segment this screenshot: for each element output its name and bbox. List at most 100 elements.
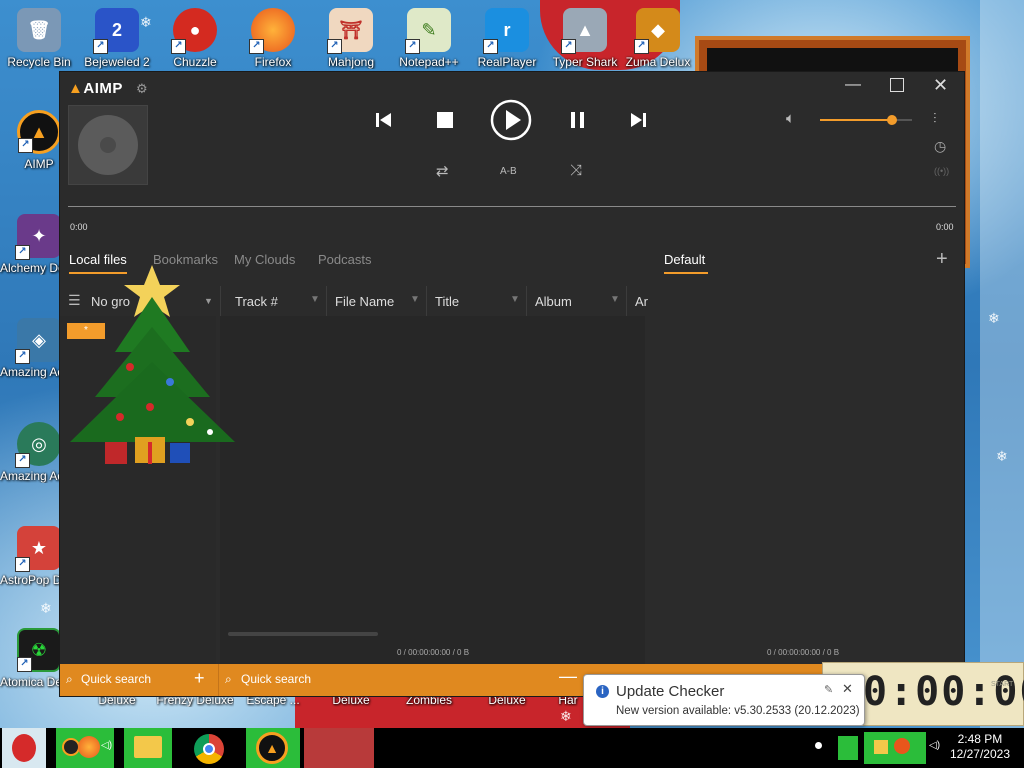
taskbar-chrome[interactable]	[184, 728, 236, 768]
playlist-area[interactable]	[650, 316, 964, 664]
search-icon: ⌕	[225, 672, 232, 686]
column-separator	[426, 286, 427, 316]
filter-icon[interactable]: ▼	[410, 294, 420, 305]
bejeweled-icon: 2 ↗	[93, 8, 139, 54]
remove-icon[interactable]: —	[559, 666, 577, 687]
filter-icon[interactable]: ▼	[610, 294, 620, 305]
file-list[interactable]	[220, 316, 645, 664]
bar-divider	[218, 664, 219, 696]
santa-start-icon	[12, 734, 36, 762]
column-separator	[626, 286, 627, 316]
snowflake-icon: ❄	[560, 708, 572, 724]
folder-icon	[134, 736, 162, 758]
system-tray[interactable]	[864, 732, 926, 764]
wallpaper-decoration	[980, 0, 1024, 728]
shuffle-icon[interactable]: ⤨	[570, 162, 582, 179]
column-separator	[326, 286, 327, 316]
maximize-button[interactable]	[890, 78, 904, 92]
horizontal-scrollbar[interactable]	[228, 632, 378, 636]
next-track-icon[interactable]	[629, 110, 649, 130]
ab-repeat-button[interactable]: A-B	[500, 166, 517, 177]
chrome-icon	[194, 734, 224, 764]
typer-shark-icon: ▲ ↗	[561, 8, 607, 54]
previous-track-icon[interactable]	[374, 110, 394, 130]
desktop-icon-mahjong[interactable]: ⛩ ↗ Mahjong	[312, 8, 390, 69]
clock-widget-start[interactable]: START	[991, 681, 1013, 688]
aimp-icon: ▲	[256, 732, 288, 764]
chuzzle-icon: ● ↗	[171, 8, 217, 54]
aimp-icon: ▲ ↗	[17, 110, 61, 154]
update-checker-notification[interactable]: i Update Checker New version available: …	[583, 674, 865, 726]
volume-icon[interactable]: 🔈︎	[786, 110, 795, 127]
notepad-plus-plus-icon: ✎ ↗	[405, 8, 451, 54]
column-file-name[interactable]: File Name	[335, 294, 394, 309]
clock-date: 12/27/2023	[949, 747, 1010, 761]
amazing-adventures-2-icon: ◎ ↗	[15, 422, 61, 468]
volume-icon[interactable]: ◁)	[929, 740, 940, 751]
settings-gear-icon[interactable]: ⚙	[136, 81, 148, 97]
pause-icon[interactable]	[568, 110, 588, 130]
library-status: 0 / 00:00:00:00 / 0 B	[397, 648, 470, 657]
snowflake-icon: ❄	[988, 310, 1000, 326]
aimp-logo: ▲AIMP	[68, 80, 123, 97]
desktop-icon-firefox[interactable]: ↗ Firefox	[234, 8, 312, 69]
zuma-icon: ◆ ↗	[634, 8, 680, 54]
mahjong-icon: ⛩ ↗	[327, 8, 373, 54]
radio-broadcast-icon[interactable]: ((•))	[934, 166, 949, 176]
volume-slider-fill	[820, 119, 892, 121]
clock-time: 2:48 PM	[957, 732, 1003, 746]
close-icon[interactable]: ✕	[842, 681, 853, 697]
quick-search-library[interactable]: Quick search	[81, 672, 151, 686]
scheduler-clock-icon[interactable]: ◷	[934, 138, 946, 155]
filter-icon[interactable]: ▼	[510, 294, 520, 305]
atomica-icon: ☢ ↗	[17, 628, 61, 672]
astropop-icon: ★ ↗	[15, 526, 61, 572]
minimize-button[interactable]: —	[845, 76, 861, 94]
seek-bar[interactable]	[68, 206, 956, 207]
album-art	[68, 105, 148, 185]
volume-slider-handle[interactable]	[887, 115, 897, 125]
stop-icon[interactable]	[436, 111, 454, 129]
desktop-icon-zuma[interactable]: ◆ ↗ Zuma Delux	[620, 8, 696, 69]
tab-podcasts[interactable]: Podcasts	[318, 252, 371, 267]
taskbar-explorer[interactable]	[124, 728, 172, 768]
desktop-icon-chuzzle[interactable]: ● ↗ Chuzzle	[156, 8, 234, 69]
column-album[interactable]: Album	[535, 294, 572, 309]
column-separator	[526, 286, 527, 316]
desktop-icon-bejeweled[interactable]: 2 ↗ Bejeweled 2	[78, 8, 156, 69]
firefox-icon	[78, 736, 100, 758]
tray-aimp-icon[interactable]	[838, 736, 858, 760]
search-icon: ⌕	[66, 672, 73, 686]
christmas-tree-icon	[70, 265, 235, 464]
playlist-status: 0 / 00:00:00:00 / 0 B	[767, 648, 840, 657]
playlist-tab-default[interactable]: Default	[664, 252, 705, 267]
repeat-icon[interactable]: ⇄	[436, 162, 449, 180]
add-playlist-icon[interactable]: +	[936, 248, 948, 271]
amazing-adventures-1-icon: ◈ ↗	[15, 318, 61, 364]
column-title[interactable]: Title	[435, 294, 459, 309]
notification-dot-icon[interactable]	[815, 742, 822, 749]
elapsed-time: 0:00	[70, 222, 88, 232]
notification-title: Update Checker	[616, 683, 725, 700]
desktop-icon-recycle-bin[interactable]: 🗑 Recycle Bin	[0, 8, 78, 69]
speaker-icon: ◁)	[101, 740, 113, 751]
equalizer-icon[interactable]: ⫶	[933, 110, 937, 127]
taskbar-thumbnail[interactable]	[304, 728, 374, 768]
desktop-icon-notepad-plus-plus[interactable]: ✎ ↗ Notepad++	[390, 8, 468, 69]
tray-firefox-icon	[894, 738, 910, 754]
close-button[interactable]: ✕	[933, 75, 948, 96]
desktop-icon-typer-shark[interactable]: ▲ ↗ Typer Shark	[546, 8, 624, 69]
taskbar-quicklaunch[interactable]: ◁)	[56, 728, 114, 768]
tab-underline	[664, 272, 708, 274]
quick-search-playlist[interactable]: Quick search	[241, 672, 311, 686]
play-button[interactable]	[490, 99, 532, 141]
taskbar-clock[interactable]: 2:48 PM 12/27/2023	[950, 732, 1010, 762]
desktop-icon-realplayer[interactable]: r ↗ RealPlayer	[468, 8, 546, 69]
pin-icon[interactable]: ✎	[824, 683, 833, 696]
add-files-icon[interactable]: +	[194, 668, 205, 689]
column-artist[interactable]: Ar	[635, 294, 648, 309]
filter-icon[interactable]: ▼	[310, 294, 320, 305]
start-button[interactable]	[2, 728, 46, 768]
taskbar-aimp[interactable]: ▲	[246, 728, 300, 768]
recycle-bin-icon: 🗑	[17, 8, 61, 52]
